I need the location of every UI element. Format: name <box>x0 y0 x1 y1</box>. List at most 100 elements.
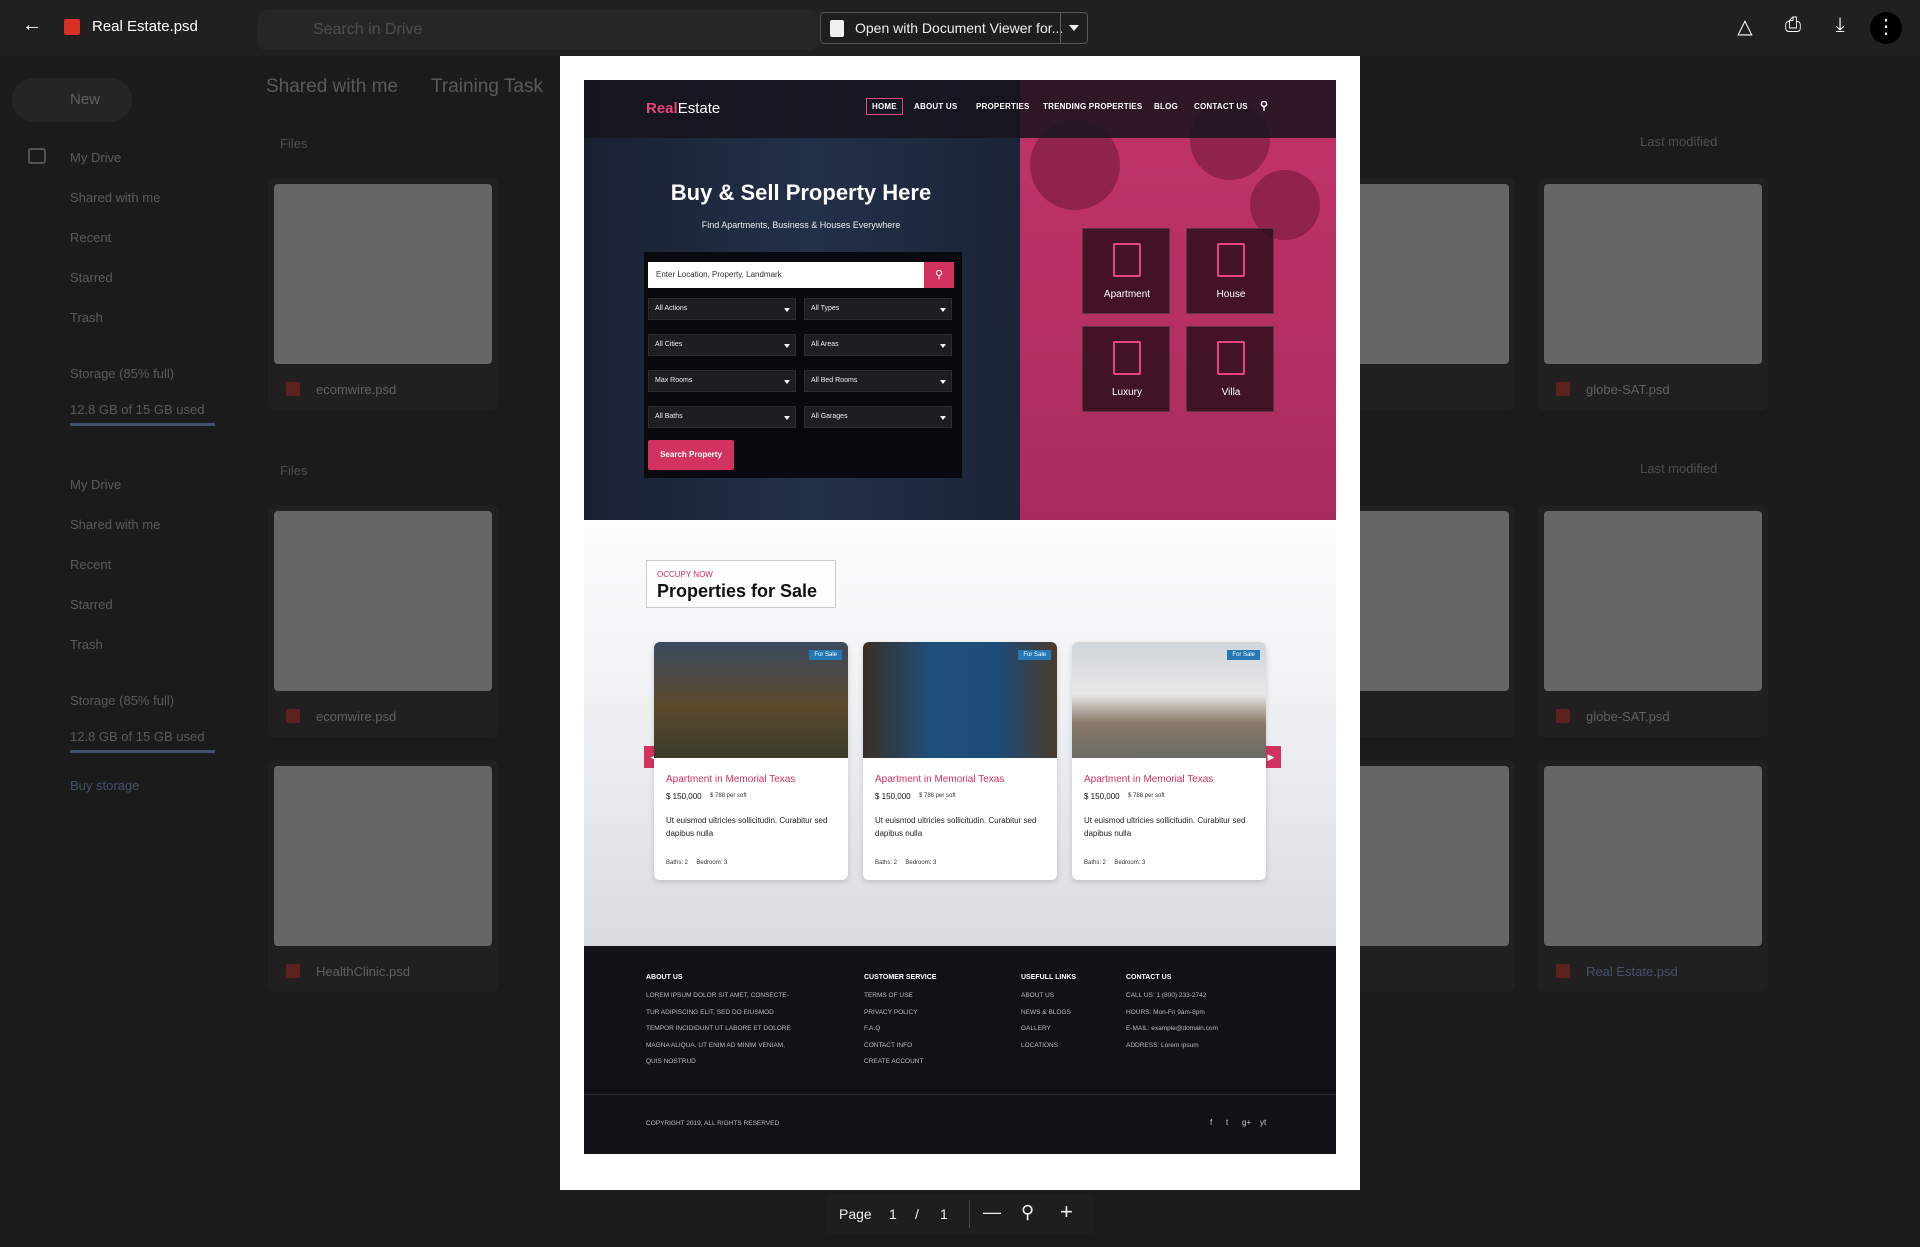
footer-about-text: LOREM IPSUM DOLOR SIT AMET, CONSECTE- TUR… <box>646 992 791 1065</box>
file-name: ecomwire.psd <box>316 709 397 724</box>
storage-text-2: 12.8 GB of 15 GB used <box>70 729 205 744</box>
sort-label[interactable]: Last modified <box>1640 134 1717 149</box>
section-heading: OCCUPY NOW Properties for Sale <box>646 560 836 608</box>
print-icon[interactable]: ⎙ <box>1778 14 1808 37</box>
location-search-input[interactable]: Enter Location, Property, Landmark <box>648 262 924 288</box>
property-features: Baths: 2 Bedroom: 3 <box>1084 860 1146 866</box>
property-card[interactable]: For Sale Apartment in Memorial Texas $ 1… <box>1072 642 1266 880</box>
property-features: Baths: 2 Bedroom: 3 <box>666 860 728 866</box>
nav-starred[interactable]: Starred <box>70 270 113 285</box>
properties-section: OCCUPY NOW Properties for Sale ◀ ▶ For S… <box>584 520 1336 946</box>
property-desc: Ut euismod ultricies sollicitudin. Curab… <box>1084 816 1246 838</box>
select-types[interactable]: All Types <box>804 298 952 320</box>
hero-subtitle: Find Apartments, Business & Houses Every… <box>701 220 901 230</box>
footer-cs-links[interactable]: TERMS OF USE PRIVACY POLICY F.A.Q CONTACT I… <box>864 988 923 1071</box>
select-rooms[interactable]: Max Rooms <box>648 370 796 392</box>
category-house[interactable]: House <box>1186 228 1274 314</box>
page-controls: Page 1 / 1 — ⚲ + <box>827 1194 1093 1234</box>
select-cities[interactable]: All Cities <box>648 334 796 356</box>
page-label: Page <box>839 1206 872 1222</box>
footer-useful-links[interactable]: ABOUT US NEWS & BLOGS GALLERY LOCATIONS <box>1021 988 1071 1054</box>
breadcrumb-training[interactable]: Training Task <box>431 76 543 98</box>
sort-label-2[interactable]: Last modified <box>1640 461 1717 476</box>
nav-trash[interactable]: Trash <box>70 310 103 325</box>
file-name: HealthClinic.psd <box>316 964 410 979</box>
psd-file-icon <box>286 709 300 723</box>
category-villa[interactable]: Villa <box>1186 326 1274 412</box>
search-icon[interactable]: ⚲ <box>1260 99 1268 112</box>
site-logo[interactable]: RealEstate <box>646 100 720 117</box>
category-apartment[interactable]: Apartment <box>1082 228 1170 314</box>
property-area: $ 788 per soft <box>710 793 747 799</box>
zoom-in-icon[interactable]: + <box>1060 1199 1073 1225</box>
file-card[interactable]: globe-SAT.psd <box>1538 505 1768 737</box>
nav-about[interactable]: ABOUT US <box>914 102 957 111</box>
download-icon[interactable]: ⤓ <box>1825 14 1855 37</box>
drive-new-button[interactable]: New <box>12 78 132 122</box>
footer-about-heading: ABOUT US <box>646 974 683 981</box>
nav-recent-2[interactable]: Recent <box>70 557 111 572</box>
zoom-out-icon[interactable]: — <box>983 1202 1001 1223</box>
open-with-button[interactable]: Open with Document Viewer for... <box>820 12 1088 44</box>
nav-home[interactable]: HOME <box>866 98 903 115</box>
nav-recent[interactable]: Recent <box>70 230 111 245</box>
youtube-icon[interactable]: yt <box>1260 1118 1266 1127</box>
file-card[interactable]: ecomwire.psd <box>268 505 498 737</box>
category-luxury[interactable]: Luxury <box>1082 326 1170 412</box>
nav-shared[interactable]: Shared with me <box>70 190 160 205</box>
buy-storage-link[interactable]: Buy storage <box>70 778 139 793</box>
select-garages[interactable]: All Garages <box>804 406 952 428</box>
google-plus-icon[interactable]: g+ <box>1242 1118 1251 1127</box>
select-baths[interactable]: All Baths <box>648 406 796 428</box>
hero-title: Buy & Sell Property Here <box>670 180 932 205</box>
breadcrumb-shared[interactable]: Shared with me <box>266 76 398 98</box>
back-arrow-icon[interactable]: ← <box>18 14 46 37</box>
nav-shared-2[interactable]: Shared with me <box>70 517 160 532</box>
zoom-icon[interactable]: ⚲ <box>1021 1202 1034 1223</box>
apartment-icon <box>1113 243 1141 277</box>
nav-my-drive-2[interactable]: My Drive <box>70 477 121 492</box>
page-separator: / <box>915 1206 919 1222</box>
nav-my-drive[interactable]: My Drive <box>70 150 121 165</box>
nav-starred-2[interactable]: Starred <box>70 597 113 612</box>
page-current[interactable]: 1 <box>889 1206 897 1222</box>
storage-bar-2 <box>70 750 215 753</box>
document-page: RealEstate HOME ABOUT US PROPERTIES TREN… <box>560 56 1360 1190</box>
nav-trash-2[interactable]: Trash <box>70 637 103 652</box>
property-card[interactable]: For Sale Apartment in Memorial Texas $ 1… <box>654 642 848 880</box>
property-area: $ 788 per soft <box>1128 793 1165 799</box>
twitter-icon[interactable]: t <box>1226 1118 1228 1127</box>
document-viewer-icon <box>830 20 844 37</box>
nav-blog[interactable]: BLOG <box>1154 102 1178 111</box>
select-areas[interactable]: All Areas <box>804 334 952 356</box>
file-card[interactable]: HealthClinic.psd <box>268 760 498 992</box>
file-card[interactable]: ecomwire.psd <box>268 178 498 410</box>
search-icon[interactable]: ⚲ <box>924 262 954 288</box>
status-badge: For Sale <box>809 650 842 660</box>
nav-contact[interactable]: CONTACT US <box>1194 102 1248 111</box>
property-features: Baths: 2 Bedroom: 3 <box>875 860 937 866</box>
psd-preview: RealEstate HOME ABOUT US PROPERTIES TREN… <box>584 80 1336 1154</box>
select-actions[interactable]: All Actions <box>648 298 796 320</box>
psd-file-icon <box>286 964 300 978</box>
nav-storage: Storage (85% full) <box>70 366 175 381</box>
facebook-icon[interactable]: f <box>1210 1118 1212 1127</box>
file-card[interactable]: Real Estate.psd <box>1538 760 1768 992</box>
add-to-drive-icon[interactable]: △ <box>1730 14 1760 39</box>
house-icon <box>1217 243 1245 277</box>
psd-file-icon <box>1556 709 1570 723</box>
storage-text: 12.8 GB of 15 GB used <box>70 402 205 417</box>
select-bedrooms[interactable]: All Bed Rooms <box>804 370 952 392</box>
search-property-button[interactable]: Search Property <box>648 440 734 470</box>
nav-properties[interactable]: PROPERTIES <box>976 102 1030 111</box>
file-name: globe-SAT.psd <box>1586 709 1670 724</box>
more-options-icon[interactable]: ⋮ <box>1870 12 1902 44</box>
property-desc: Ut euismod ultricies sollicitudin. Curab… <box>875 816 1037 838</box>
file-card[interactable]: globe-SAT.psd <box>1538 178 1768 410</box>
property-card[interactable]: For Sale Apartment in Memorial Texas $ 1… <box>863 642 1057 880</box>
site-navbar: RealEstate HOME ABOUT US PROPERTIES TREN… <box>584 80 1336 138</box>
chevron-down-icon[interactable] <box>1069 25 1079 31</box>
files-label: Files <box>280 136 308 151</box>
property-desc: Ut euismod ultricies sollicitudin. Curab… <box>666 816 828 838</box>
nav-trending[interactable]: TRENDING PROPERTIES <box>1043 102 1142 111</box>
